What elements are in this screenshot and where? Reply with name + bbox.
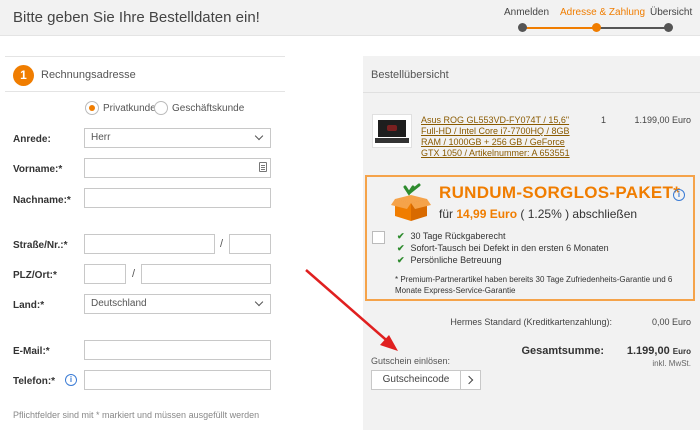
promo-checkbox[interactable] (372, 231, 385, 244)
billing-section-header: 1 Rechnungsadresse (5, 56, 285, 92)
radio-business-circle[interactable] (154, 101, 168, 115)
city-field[interactable] (141, 264, 271, 284)
total-amount: 1.199,00 Euro (627, 345, 691, 357)
last-name-label: Nachname:* (13, 195, 71, 206)
promo-price: 14,99 Euro (456, 207, 518, 221)
total-currency: Euro (672, 347, 691, 356)
salutation-label: Anrede: (13, 134, 51, 145)
email-field[interactable] (84, 340, 271, 360)
step-dot-login (518, 23, 527, 32)
zip-separator: / (132, 268, 136, 280)
phone-label: Telefon:* (13, 376, 56, 387)
email-label: E-Mail:* (13, 346, 50, 357)
voucher-label: Gutschein einlösen: (371, 356, 451, 366)
benefit-text: Sofort-Tausch bei Defekt in den ersten 6… (410, 243, 609, 253)
package-box-icon (391, 183, 431, 221)
benefit-item: ✔ Sofort-Tausch bei Defekt in den ersten … (397, 243, 609, 254)
radio-business-label: Geschäftskunde (172, 102, 245, 114)
product-link[interactable]: Asus ROG GL553VD-FY074T / 15,6" Full-HD … (421, 115, 581, 159)
radio-private-circle[interactable] (85, 101, 99, 115)
progress-line-active (522, 27, 596, 29)
first-name-label: Vorname:* (13, 164, 63, 175)
step-label-login[interactable]: Anmelden (504, 7, 549, 18)
shipping-price: 0,00 Euro (651, 317, 691, 327)
vat-note: inkl. MwSt. (652, 359, 691, 368)
order-summary: Bestellübersicht Asus ROG GL553VD-FY074T… (363, 56, 700, 430)
zip-field[interactable] (84, 264, 126, 284)
first-name-field[interactable] (84, 158, 271, 178)
billing-address-form: 1 Rechnungsadresse Privatkunde Geschäfts… (5, 56, 285, 430)
check-icon: ✔ (397, 231, 405, 241)
info-icon[interactable]: i (65, 374, 77, 386)
total-number: 1.199,00 (626, 345, 670, 357)
street-label: Straße/Nr.:* (13, 240, 68, 251)
radio-private-label: Privatkunde (103, 102, 156, 114)
street-field[interactable] (84, 234, 215, 254)
voucher-input[interactable]: Gutscheincode (371, 370, 461, 390)
product-quantity: 1 (601, 115, 607, 125)
radio-private-customer[interactable]: Privatkunde (85, 100, 156, 116)
street-separator: / (220, 238, 224, 250)
step-dot-overview (664, 23, 673, 32)
country-label: Land:* (13, 300, 45, 311)
benefit-item: ✔ 30 Tage Rückgaberecht (397, 231, 505, 242)
promo-price-line: für 14,99 Euro ( 1.25% ) abschließen (439, 207, 637, 221)
voucher-submit-button[interactable] (460, 370, 481, 390)
promo-title: RUNDUM-SORGLOS-PAKET* (439, 183, 681, 202)
step-label-overview: Übersicht (650, 7, 693, 18)
benefit-text: Persönliche Betreuung (410, 255, 502, 265)
promo-footnote: * Premium-Partnerartikel haben bereits 3… (395, 275, 673, 295)
benefit-text: 30 Tage Rückgaberecht (410, 231, 506, 241)
page-title: Bitte geben Sie Ihre Bestelldaten ein! (13, 9, 260, 26)
laptop-screen (378, 120, 406, 137)
insurance-package-box[interactable]: RUNDUM-SORGLOS-PAKET* für 14,99 Euro ( 1… (365, 175, 695, 301)
shipping-label: Hermes Standard (Kreditkartenzahlung): (450, 317, 612, 327)
check-icon: ✔ (397, 243, 405, 253)
page-header: Bitte geben Sie Ihre Bestelldaten ein! A… (0, 0, 700, 36)
total-label: Gesamtsumme: (521, 345, 604, 357)
phone-field[interactable] (84, 370, 271, 390)
promo-price-prefix: für (439, 207, 457, 221)
country-select[interactable]: Deutschland (84, 294, 271, 314)
product-price: 1.199,00 Euro (634, 115, 691, 125)
laptop-base (375, 138, 409, 143)
benefit-item: ✔ Persönliche Betreuung (397, 255, 502, 266)
step-dot-address-payment (592, 23, 601, 32)
summary-divider (363, 92, 700, 93)
radio-business-customer[interactable]: Geschäftskunde (154, 100, 244, 116)
required-fields-note: Pflichtfelder sind mit * markiert und mü… (13, 410, 260, 420)
product-thumbnail[interactable] (372, 114, 412, 148)
house-number-field[interactable] (229, 234, 271, 254)
step-number-badge: 1 (13, 65, 34, 86)
info-icon[interactable]: i (673, 189, 685, 201)
billing-section-title: Rechnungsadresse (41, 69, 136, 81)
zip-city-label: PLZ/Ort:* (13, 270, 57, 281)
contact-card-icon[interactable] (259, 162, 267, 172)
salutation-select[interactable]: Herr (84, 128, 271, 148)
checkout-progress: Anmelden Adresse & Zahlung Übersicht (500, 7, 695, 33)
promo-price-suffix: ( 1.25% ) abschließen (517, 207, 638, 221)
step-label-address-payment: Adresse & Zahlung (560, 7, 646, 18)
check-icon: ✔ (397, 255, 405, 265)
order-summary-title: Bestellübersicht (371, 69, 449, 81)
last-name-field[interactable] (84, 188, 271, 208)
